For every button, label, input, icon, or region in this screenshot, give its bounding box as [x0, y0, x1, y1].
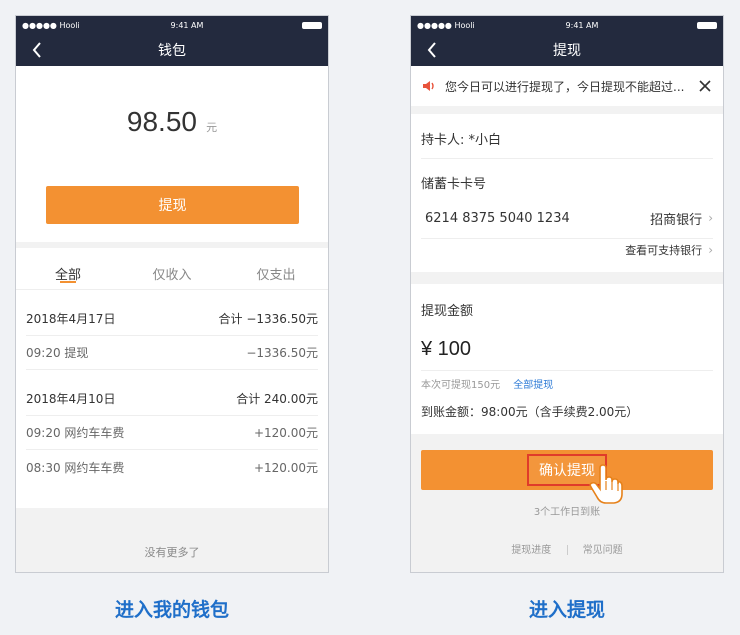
amount-label: 提现金额 [421, 303, 474, 319]
confirm-withdraw-button[interactable]: 确认提现 [421, 450, 713, 490]
balance-unit: 元 [206, 121, 218, 134]
close-icon[interactable] [697, 78, 713, 94]
withdraw-button[interactable]: 提现 [46, 186, 299, 224]
chevron-right-icon: › [708, 211, 713, 225]
group-date: 2018年4月17日 [26, 312, 116, 326]
divider [421, 158, 713, 159]
tab-all[interactable]: 全部 [16, 248, 120, 289]
group-total: 合计 240.00元 [236, 392, 318, 406]
item-amount: +120.00元 [253, 460, 318, 475]
notice-bar: 您今日可以进行提现了，今日提现不能超过... [411, 66, 723, 106]
amount-label-row: 提现金额 [411, 287, 723, 331]
withdraw-screen: ●●●●● Hooli 9:41 AM 提现 您今日可以进行提现了，今日提现不能… [410, 15, 724, 573]
clock: 9:41 AM [565, 20, 599, 30]
available-note: 本次可提现150元 全部提现 [421, 376, 553, 391]
status-bar: ●●●●● Hooli 9:41 AM [16, 16, 328, 34]
footer-band [16, 508, 328, 572]
card-holder: 持卡人: *小白 [421, 132, 502, 148]
item-label: 08:30 网约车车费 [26, 460, 125, 475]
wallet-screen: ●●●●● Hooli 9:41 AM 钱包 98.50 元 提现 全部 仅收入… [15, 15, 329, 573]
faq-link[interactable]: 常见问题 [583, 545, 623, 556]
withdraw-all-link[interactable]: 全部提现 [513, 380, 553, 391]
notice-text: 您今日可以进行提现了，今日提现不能超过... [445, 79, 685, 94]
no-more-text: 没有更多了 [144, 546, 200, 559]
supported-banks-row[interactable]: 查看可支持银行 › [411, 228, 723, 272]
link-separator [566, 545, 568, 555]
section-divider [411, 106, 723, 114]
wallet-navbar: 钱包 [16, 34, 328, 66]
carrier: ●●●●● Hooli [22, 20, 80, 30]
page-title: 钱包 [158, 43, 186, 59]
available-text: 本次可提现150元 [421, 380, 501, 391]
item-label: 09:20 提现 [26, 346, 89, 360]
balance-amount: 98.50 [126, 106, 197, 137]
clock: 9:41 AM [170, 20, 204, 30]
group-header: 2018年4月10日 合计 240.00元 [26, 382, 318, 416]
list-item[interactable]: 09:20 网约车车费 +120.00元 [26, 416, 318, 450]
supported-banks-link[interactable]: 查看可支持银行 [625, 242, 702, 258]
chevron-right-icon: › [708, 243, 713, 257]
list-item[interactable]: 08:30 网约车车费 +120.00元 [26, 450, 318, 484]
arrival-amount: 到账金额：98:00元（含手续费2.00元） [421, 405, 639, 419]
battery-icon [697, 21, 717, 29]
progress-link[interactable]: 提现进度 [511, 545, 551, 556]
card-number: 6214 8375 5040 1234 [425, 210, 570, 226]
group-date: 2018年4月10日 [26, 392, 116, 406]
back-icon[interactable] [419, 36, 445, 64]
carrier: ●●●●● Hooli [417, 20, 475, 30]
item-amount: −1336.50元 [246, 346, 318, 360]
section-divider [411, 272, 723, 284]
speaker-icon [421, 78, 437, 94]
tab-expense[interactable]: 仅支出 [224, 248, 328, 289]
list-item[interactable]: 09:20 提现 −1336.50元 [26, 336, 318, 370]
caption-left: 进入我的钱包 [114, 599, 229, 621]
item-amount: +120.00元 [253, 426, 318, 440]
balance: 98.50 元 [16, 106, 328, 138]
card-label: 储蓄卡卡号 [421, 176, 487, 192]
back-icon[interactable] [24, 36, 50, 64]
divider [421, 370, 713, 371]
card-holder-row: 持卡人: *小白 [411, 116, 723, 160]
group-total: 合计 −1336.50元 [218, 312, 319, 326]
record-group: 2018年4月10日 合计 240.00元 09:20 网约车车费 +120.0… [16, 382, 328, 484]
tab-income[interactable]: 仅收入 [120, 248, 224, 289]
battery-icon [302, 21, 322, 29]
arrival-eta: 3个工作日到账 [533, 507, 601, 518]
group-header: 2018年4月17日 合计 −1336.50元 [26, 302, 318, 336]
bottom-links: 提现进度 常见问题 [411, 541, 723, 556]
bank-name: 招商银行 [650, 212, 703, 228]
item-label: 09:20 网约车车费 [26, 426, 125, 440]
filter-tabs: 全部 仅收入 仅支出 [16, 248, 328, 290]
record-group: 2018年4月17日 合计 −1336.50元 09:20 提现 −1336.5… [16, 302, 328, 370]
status-bar: ●●●●● Hooli 9:41 AM [411, 16, 723, 34]
page-title: 提现 [553, 43, 581, 59]
amount-input[interactable]: ¥ 100 [421, 338, 471, 361]
hand-pointer-icon [589, 464, 623, 504]
withdraw-navbar: 提现 [411, 34, 723, 66]
caption-right: 进入提现 [528, 599, 605, 621]
